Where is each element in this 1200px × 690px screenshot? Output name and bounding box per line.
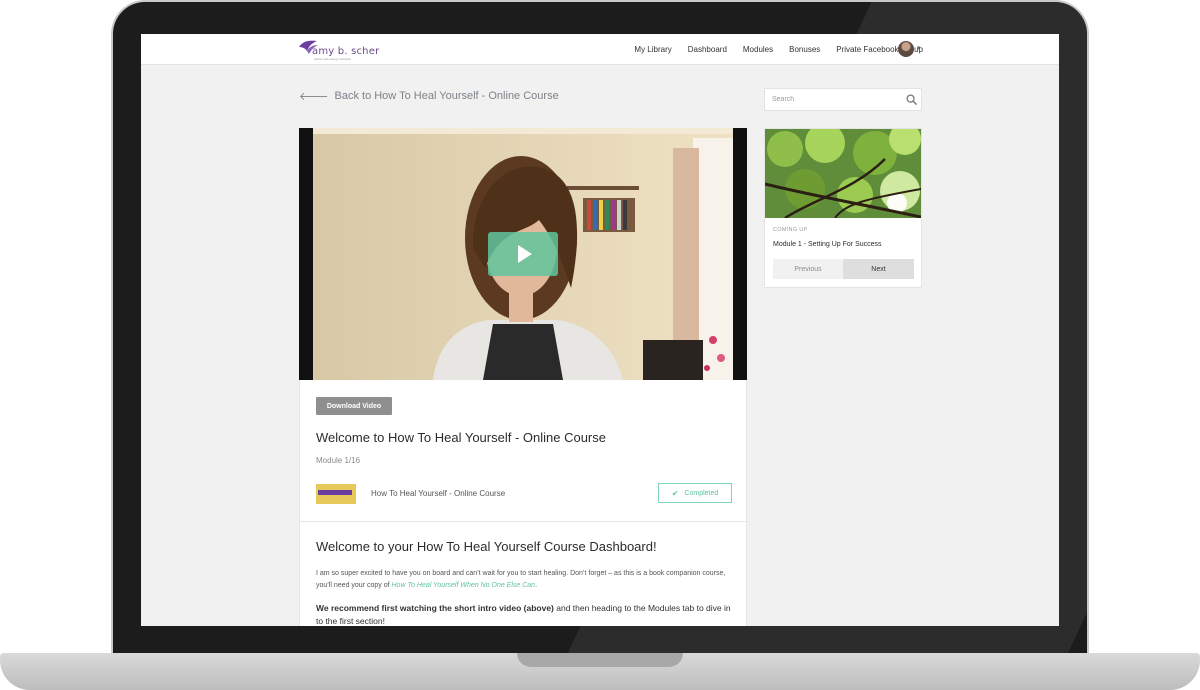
main-nav: My Library Dashboard Modules Bonuses Pri… xyxy=(618,34,923,65)
divider xyxy=(300,521,748,522)
check-icon: ✔ xyxy=(671,488,679,498)
nav-bonuses[interactable]: Bonuses xyxy=(789,45,820,54)
up-next-thumbnail[interactable] xyxy=(765,129,921,218)
screen: amy b. scher author and energy therapist… xyxy=(141,34,1059,626)
dashboard-heading: Welcome to your How To Heal Yourself Cou… xyxy=(316,539,657,554)
play-button[interactable] xyxy=(488,232,558,276)
completed-badge[interactable]: ✔ Completed xyxy=(658,483,732,503)
course-thumbnail[interactable] xyxy=(316,484,356,504)
search-input[interactable] xyxy=(765,89,900,110)
laptop-notch xyxy=(517,653,683,667)
download-video-button[interactable]: Download Video xyxy=(316,397,392,415)
recommend-paragraph: We recommend first watching the short in… xyxy=(316,602,732,626)
search-box xyxy=(764,88,922,111)
lesson-title: Welcome to How To Heal Yourself - Online… xyxy=(316,430,606,445)
video-player[interactable] xyxy=(299,128,747,380)
caret-down-icon[interactable]: ▾ xyxy=(917,44,921,52)
course-name[interactable]: How To Heal Yourself - Online Course xyxy=(371,489,505,498)
course-thumbnail-stripe xyxy=(318,490,352,495)
play-icon xyxy=(518,245,532,263)
completed-label: Completed xyxy=(684,489,719,497)
nav-modules[interactable]: Modules xyxy=(743,45,773,54)
book-link[interactable]: How To Heal Yourself When No One Else Ca… xyxy=(392,582,536,589)
recommend-bold: We recommend first watching the short in… xyxy=(316,603,554,613)
module-indicator: Module 1/16 xyxy=(316,456,361,465)
up-next-card: COMING UP Module 1 - Setting Up For Succ… xyxy=(764,128,922,288)
nav-dashboard[interactable]: Dashboard xyxy=(688,45,727,54)
nav-my-library[interactable]: My Library xyxy=(634,45,671,54)
top-nav: amy b. scher author and energy therapist… xyxy=(141,34,1059,65)
logo[interactable]: amy b. scher author and energy therapist xyxy=(297,39,380,61)
logo-text: amy b. scher xyxy=(312,46,380,57)
back-link-label: Back to How To Heal Yourself - Online Co… xyxy=(334,90,559,102)
logo-subtitle: author and energy therapist xyxy=(314,57,351,61)
lesson-card: Download Video Welcome to How To Heal Yo… xyxy=(299,380,748,626)
search-icon[interactable] xyxy=(906,94,917,105)
avatar[interactable] xyxy=(898,41,914,57)
next-button[interactable]: Next xyxy=(843,259,914,279)
back-link[interactable]: 🡐 Back to How To Heal Yourself - Online … xyxy=(299,89,559,103)
intro-paragraph: I am so super excited to have you on boa… xyxy=(316,568,732,592)
arrow-left-icon: 🡐 xyxy=(299,91,329,103)
previous-button[interactable]: Previous xyxy=(773,259,843,279)
up-next-title[interactable]: Module 1 - Setting Up For Success xyxy=(773,241,882,248)
intro-text-end: . xyxy=(535,582,538,589)
coming-up-label: COMING UP xyxy=(773,227,808,233)
